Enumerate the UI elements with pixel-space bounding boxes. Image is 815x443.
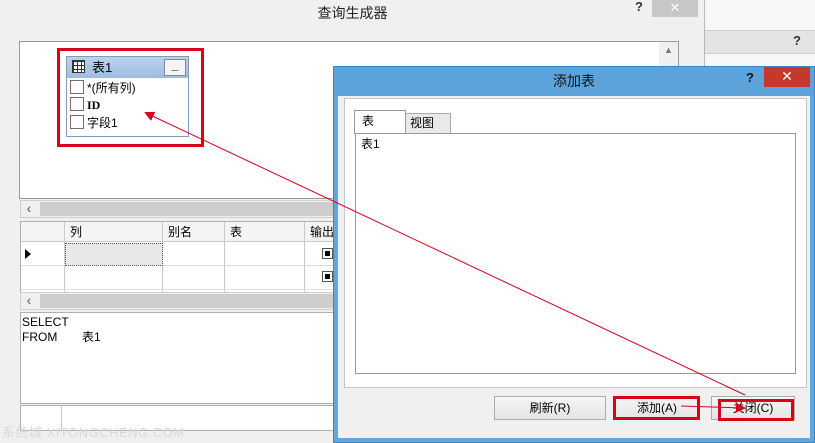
column-header-table[interactable]: 表 (230, 222, 242, 242)
highlight-box-add (613, 396, 700, 420)
refresh-button[interactable]: 刷新(R) (494, 396, 606, 420)
scroll-left-arrow-icon[interactable]: ‹ (20, 200, 38, 218)
table-list[interactable] (355, 133, 796, 374)
selected-cell[interactable] (65, 243, 163, 266)
scroll-left-arrow-icon[interactable]: ‹ (20, 292, 38, 310)
sql-from-keyword: FROM (22, 330, 58, 344)
scroll-up-arrow-icon[interactable]: ▲ (659, 42, 678, 59)
watermark: 系统城 XITONGCHENG.COM (2, 425, 185, 440)
list-item[interactable]: 表1 (361, 136, 380, 152)
column-header-alias[interactable]: 别名 (168, 222, 192, 242)
query-builder-close-button[interactable]: ✕ (652, 0, 698, 17)
sql-from-table: 表1 (82, 330, 101, 344)
background-help-button[interactable]: ? (788, 33, 806, 51)
output-checkbox-icon[interactable] (322, 248, 333, 259)
dialog-close-button[interactable]: ✕ (764, 67, 810, 87)
column-header-output[interactable]: 输出 (310, 222, 334, 242)
dialog-help-button[interactable]: ? (741, 70, 759, 88)
query-builder-help-button[interactable]: ? (630, 0, 648, 18)
sql-select-keyword: SELECT (22, 315, 69, 329)
grid-scrollbar-thumb[interactable] (40, 294, 340, 308)
highlight-box-close (718, 399, 794, 421)
column-header-column[interactable]: 列 (70, 222, 82, 242)
tab-views[interactable]: 视图 (405, 113, 451, 134)
highlight-box-table (57, 48, 204, 147)
diagram-scrollbar-thumb[interactable] (40, 202, 340, 216)
query-builder-title: 查询生成器 (317, 5, 388, 21)
output-checkbox-icon[interactable] (322, 271, 333, 282)
tab-tables[interactable]: 表 (354, 110, 406, 134)
row-pointer-icon (25, 249, 31, 259)
